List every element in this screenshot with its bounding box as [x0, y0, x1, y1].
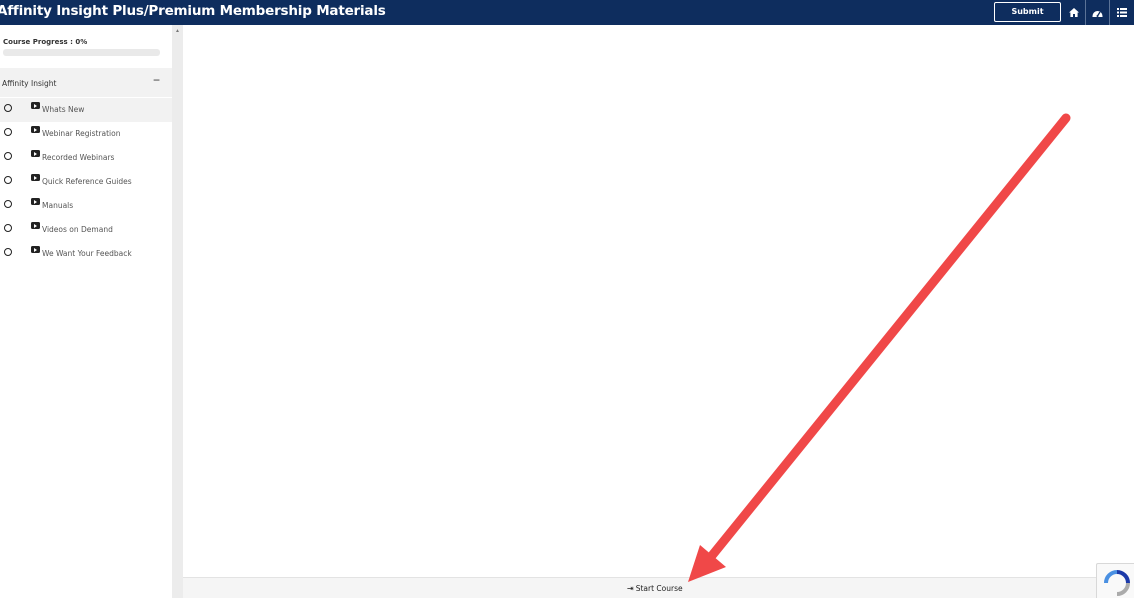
- lesson-item-whats-new[interactable]: Whats New: [0, 98, 172, 122]
- lesson-item-we-want-your-feedback[interactable]: We Want Your Feedback: [0, 242, 172, 266]
- top-header: Affinity Insight Plus/Premium Membership…: [0, 0, 1134, 34]
- status-circle-icon: [4, 104, 12, 112]
- video-icon: [31, 222, 40, 229]
- status-circle-icon: [4, 224, 12, 232]
- lesson-item-videos-on-demand[interactable]: Videos on Demand: [0, 218, 172, 242]
- home-icon: [1069, 8, 1079, 17]
- recaptcha-badge[interactable]: [1096, 563, 1134, 598]
- section-title: Affinity Insight: [2, 79, 57, 88]
- lesson-item-recorded-webinars[interactable]: Recorded Webinars: [0, 146, 172, 170]
- content-footer: ⇥ Start Course: [183, 577, 1134, 598]
- lesson-item-quick-reference-guides[interactable]: Quick Reference Guides: [0, 170, 172, 194]
- lesson-label: Videos on Demand: [42, 225, 113, 234]
- dashboard-button[interactable]: [1085, 0, 1109, 25]
- video-icon: [31, 174, 40, 181]
- lesson-label: Recorded Webinars: [42, 153, 115, 162]
- lesson-label: We Want Your Feedback: [42, 249, 132, 258]
- sign-in-icon: ⇥: [627, 583, 634, 593]
- lesson-label: Webinar Registration: [42, 129, 121, 138]
- dashboard-icon: [1092, 11, 1103, 17]
- course-progress-bar: [3, 49, 160, 56]
- recaptcha-icon: [1104, 570, 1130, 596]
- status-circle-icon: [4, 152, 12, 160]
- course-progress-label: Course Progress : 0%: [3, 38, 88, 46]
- video-icon: [31, 102, 40, 109]
- lesson-label: Quick Reference Guides: [42, 177, 132, 186]
- lesson-item-webinar-registration[interactable]: Webinar Registration: [0, 122, 172, 146]
- status-circle-icon: [4, 176, 12, 184]
- content-area: [183, 25, 1134, 577]
- scroll-up-icon[interactable]: ▲: [175, 28, 180, 34]
- video-icon: [31, 246, 40, 253]
- video-icon: [31, 126, 40, 133]
- status-circle-icon: [4, 248, 12, 256]
- video-icon: [31, 150, 40, 157]
- lesson-item-manuals[interactable]: Manuals: [0, 194, 172, 218]
- list-icon: [1116, 8, 1127, 17]
- menu-list-button[interactable]: [1109, 0, 1133, 25]
- collapse-icon[interactable]: −: [153, 73, 160, 87]
- sidebar-scrollbar[interactable]: ▲: [172, 25, 183, 598]
- course-title: Affinity Insight Plus/Premium Membership…: [0, 3, 386, 19]
- start-course-label: Start Course: [635, 584, 683, 593]
- start-course-button[interactable]: ⇥ Start Course: [627, 584, 683, 593]
- video-icon: [31, 198, 40, 205]
- home-button[interactable]: [1062, 0, 1086, 25]
- lesson-label: Manuals: [42, 201, 74, 210]
- status-circle-icon: [4, 200, 12, 208]
- course-sidebar: Course Progress : 0% Affinity Insight − …: [0, 25, 172, 598]
- section-header-affinity-insight[interactable]: Affinity Insight −: [0, 68, 172, 97]
- status-circle-icon: [4, 128, 12, 136]
- submit-course-button[interactable]: Submit Course: [994, 2, 1061, 34]
- lesson-label: Whats New: [42, 105, 85, 114]
